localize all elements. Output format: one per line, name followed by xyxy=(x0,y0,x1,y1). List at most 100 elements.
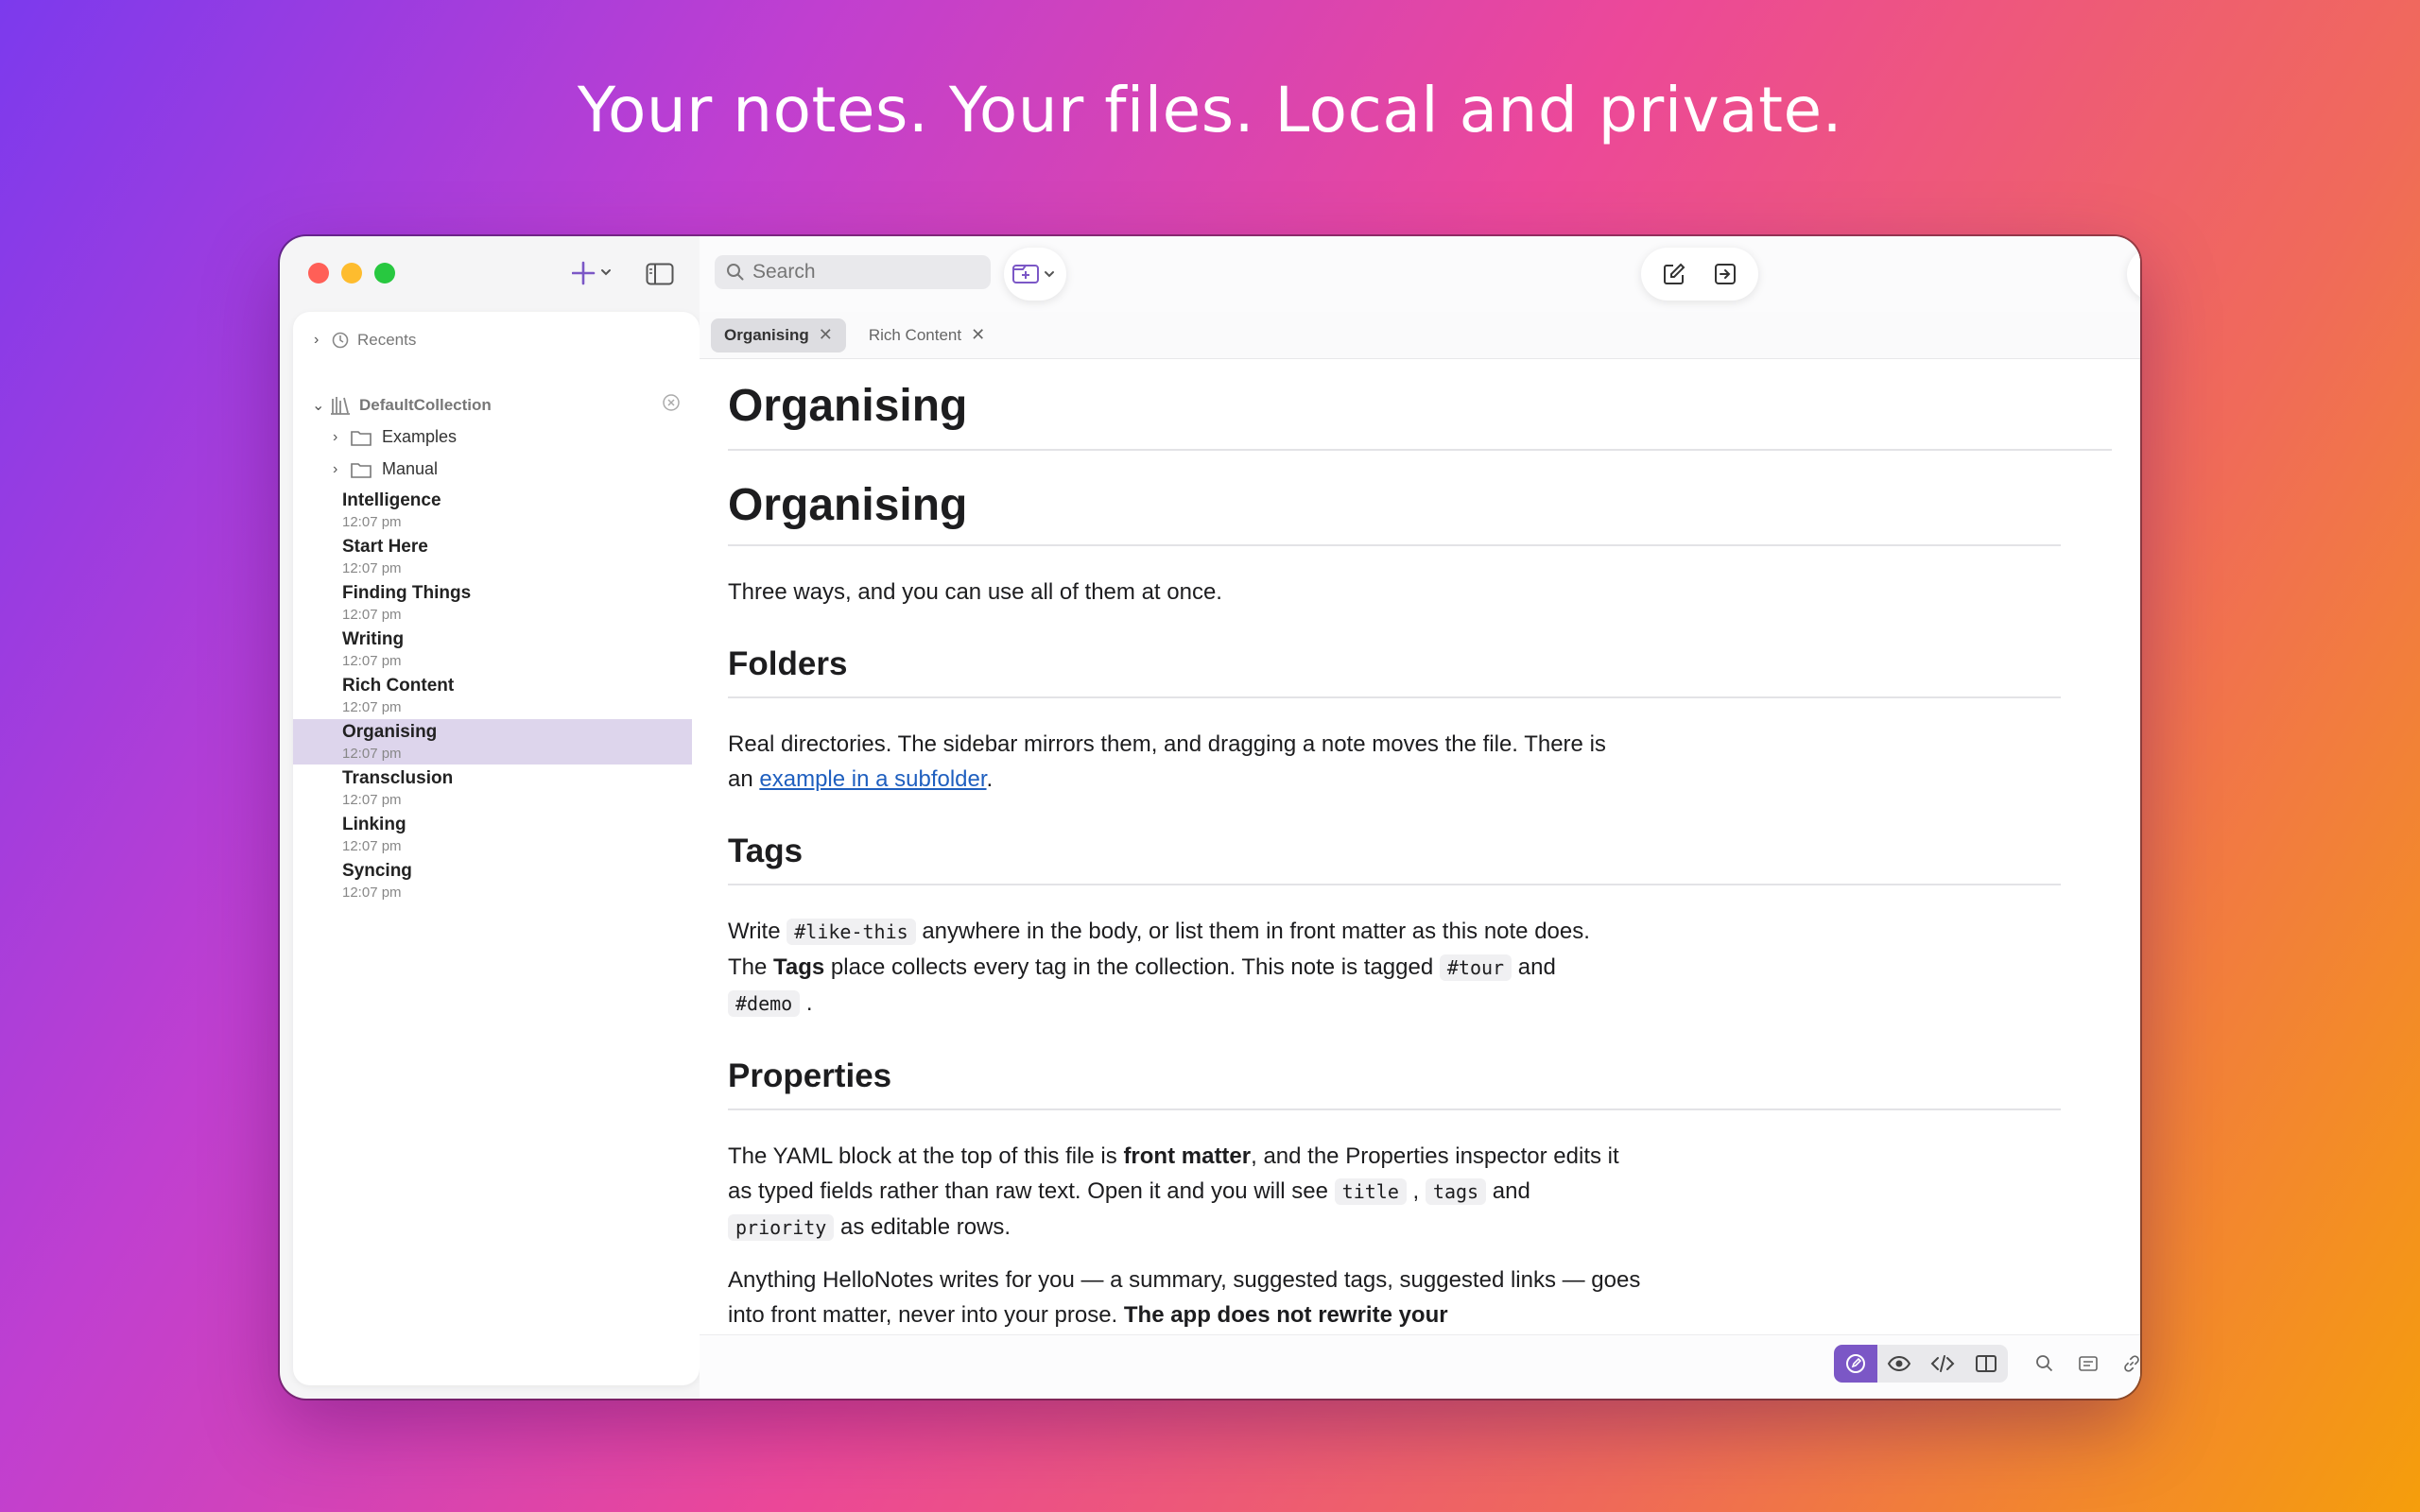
heading-1: Organising xyxy=(728,479,2061,546)
titlebar xyxy=(280,236,705,312)
note-time: 12:07 pm xyxy=(342,699,402,715)
open-in-button[interactable] xyxy=(1703,252,1747,296)
note-item-start-here[interactable]: Start Here 12:07 pm xyxy=(293,534,692,579)
folder-item[interactable]: › Manual xyxy=(333,459,438,479)
magnifier-icon xyxy=(2036,1355,2053,1372)
note-title: Syncing xyxy=(342,861,412,881)
note-item-finding-things[interactable]: Finding Things 12:07 pm xyxy=(293,580,692,626)
note-item-rich-content[interactable]: Rich Content 12:07 pm xyxy=(293,673,692,718)
inline-code: tags xyxy=(1425,1178,1487,1205)
edit-mode-button[interactable] xyxy=(1834,1345,1877,1383)
new-collection-menu[interactable] xyxy=(1004,248,1066,301)
paragraph-ai: Anything HelloNotes writes for you — a s… xyxy=(728,1267,1641,1328)
note-item-syncing[interactable]: Syncing 12:07 pm xyxy=(293,858,692,903)
sidebar: › Recents ⌄ DefaultCollection › Examples… xyxy=(293,312,700,1385)
subfolder-link[interactable]: example in a subfolder xyxy=(759,766,986,792)
find-button[interactable] xyxy=(2023,1345,2066,1383)
document[interactable]: Organising Organising Three ways, and yo… xyxy=(728,359,2112,1332)
zoom-window-button[interactable] xyxy=(374,263,395,284)
heading-folders: Folders xyxy=(728,645,2061,698)
tab-bar: Organising ✕ Rich Content ✕ xyxy=(700,312,2140,359)
search-icon xyxy=(727,264,744,281)
note-time: 12:07 pm xyxy=(342,653,402,669)
reader-button[interactable] xyxy=(2066,1345,2110,1383)
inline-code: #like-this xyxy=(786,919,916,945)
collection-header[interactable]: ⌄ DefaultCollection xyxy=(312,393,681,417)
note-time: 12:07 pm xyxy=(342,746,402,762)
note-item-intelligence[interactable]: Intelligence 12:07 pm xyxy=(293,488,692,533)
collection-label: DefaultCollection xyxy=(359,395,492,414)
note-title: Intelligence xyxy=(342,490,441,510)
folder-label: Examples xyxy=(382,427,458,446)
tab-rich-content[interactable]: Rich Content ✕ xyxy=(856,318,998,352)
sidebar-icon xyxy=(646,263,674,285)
note-item-organising[interactable]: Organising 12:07 pm xyxy=(293,719,692,765)
note-item-transclusion[interactable]: Transclusion 12:07 pm xyxy=(293,765,692,811)
note-actions-group xyxy=(1641,248,1758,301)
tab-label: Organising xyxy=(724,325,809,344)
note-time: 12:07 pm xyxy=(342,560,402,576)
close-window-button[interactable] xyxy=(308,263,329,284)
close-circle-icon xyxy=(663,394,680,411)
split-view-icon xyxy=(1976,1355,1996,1372)
chevron-down-icon: ⌄ xyxy=(312,397,325,414)
preview-mode-button[interactable] xyxy=(1877,1345,1921,1383)
library-icon xyxy=(331,396,350,415)
tab-label: Rich Content xyxy=(868,325,962,344)
paragraph-intro: Three ways, and you can use all of them … xyxy=(728,579,1222,605)
note-time: 12:07 pm xyxy=(342,885,402,901)
headline: Your notes. Your files. Local and privat… xyxy=(577,74,1843,146)
inspector-group xyxy=(2127,248,2140,301)
compose-button[interactable] xyxy=(1652,252,1696,296)
paragraph-folders: Real directories. The sidebar mirrors th… xyxy=(728,731,1606,792)
compose-icon xyxy=(1664,263,1685,284)
chevron-right-icon: › xyxy=(333,460,338,477)
clock-icon xyxy=(332,332,349,349)
split-mode-button[interactable] xyxy=(1964,1345,2008,1383)
inline-code: priority xyxy=(728,1214,835,1241)
plus-icon xyxy=(572,261,611,285)
app-window: › Recents ⌄ DefaultCollection › Examples… xyxy=(280,236,2140,1399)
toolbar xyxy=(700,236,2140,312)
insert-link-button[interactable] xyxy=(2110,1345,2140,1383)
editor-area: Organising ✕ Rich Content ✕ Organising O… xyxy=(700,312,2140,1399)
note-time: 12:07 pm xyxy=(342,514,402,530)
paragraph-tags: Write #like-this anywhere in the body, o… xyxy=(728,919,1590,1017)
new-note-button[interactable] xyxy=(569,257,616,289)
outline-button[interactable] xyxy=(2138,252,2140,296)
close-collection-button[interactable] xyxy=(662,393,681,417)
search-input[interactable] xyxy=(752,261,970,284)
heading-tags: Tags xyxy=(728,833,2061,885)
code-icon xyxy=(1930,1355,1955,1372)
note-title: Finding Things xyxy=(342,583,472,603)
folder-item[interactable]: › Examples xyxy=(333,427,457,447)
note-item-linking[interactable]: Linking 12:07 pm xyxy=(293,812,692,857)
arrow-into-box-icon xyxy=(1715,264,1736,284)
source-mode-button[interactable] xyxy=(1921,1345,1964,1383)
recents-label: Recents xyxy=(357,331,417,349)
toggle-sidebar-button[interactable] xyxy=(643,259,677,289)
close-tab-icon[interactable]: ✕ xyxy=(971,325,985,345)
minimize-window-button[interactable] xyxy=(341,263,362,284)
note-title: Writing xyxy=(342,629,405,649)
close-tab-icon[interactable]: ✕ xyxy=(819,325,833,345)
note-title: Start Here xyxy=(342,537,428,557)
bottom-actions xyxy=(2023,1345,2140,1383)
folder-icon xyxy=(351,430,372,446)
recents-section[interactable]: › Recents xyxy=(314,331,416,350)
search-field[interactable] xyxy=(715,255,991,289)
note-item-writing[interactable]: Writing 12:07 pm xyxy=(293,627,692,672)
note-title: Rich Content xyxy=(342,676,455,696)
tab-organising[interactable]: Organising ✕ xyxy=(711,318,846,352)
link-icon xyxy=(2124,1355,2139,1372)
inline-code: #demo xyxy=(728,990,801,1017)
document-icon xyxy=(2079,1356,2098,1371)
note-title: Organising xyxy=(342,722,438,742)
folder-icon xyxy=(351,462,372,478)
chevron-right-icon: › xyxy=(333,428,338,445)
folder-label: Manual xyxy=(382,459,439,478)
inline-code: title xyxy=(1334,1178,1407,1205)
note-title: Transclusion xyxy=(342,768,454,788)
chevron-right-icon: › xyxy=(314,332,320,348)
folder-add-icon xyxy=(1012,265,1054,284)
